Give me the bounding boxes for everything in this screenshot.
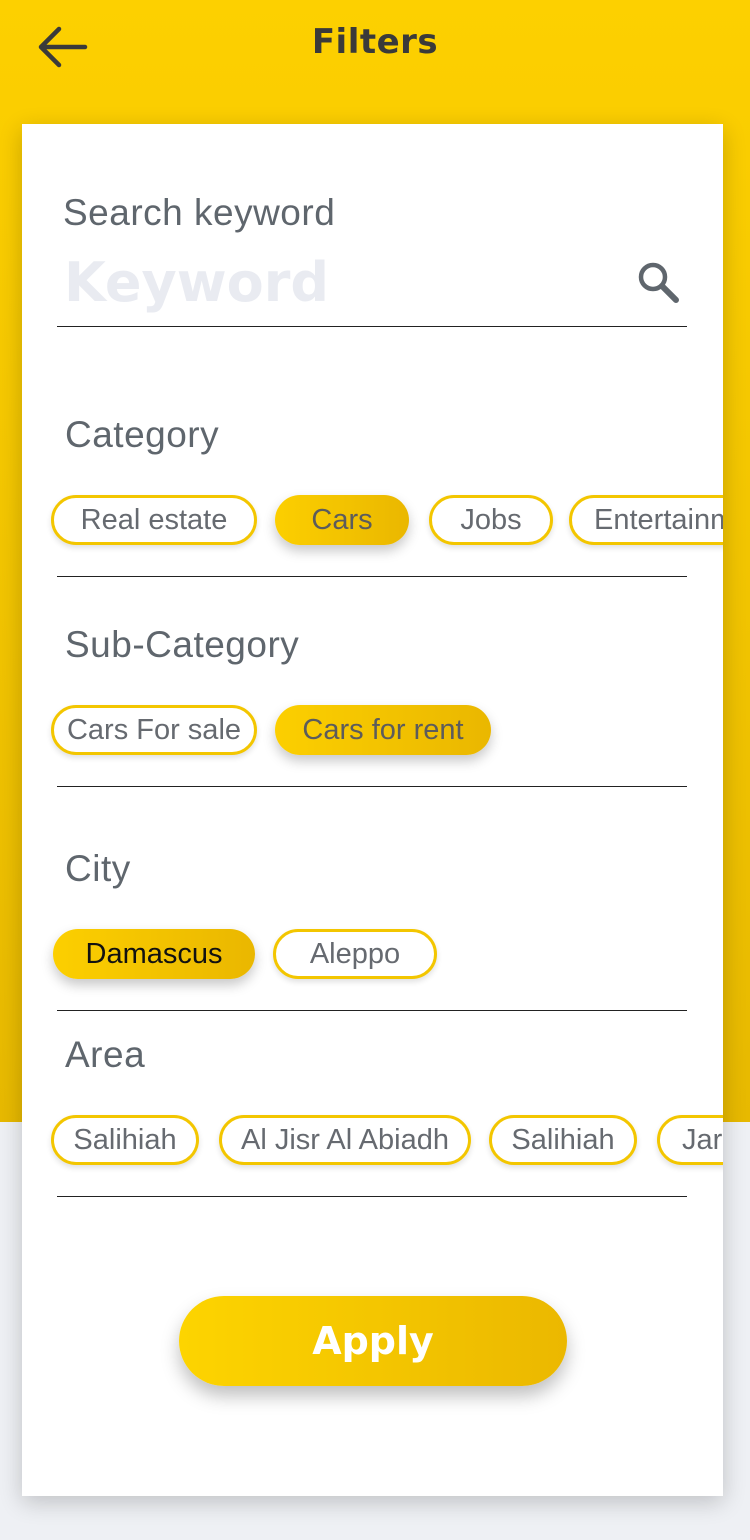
- divider: [57, 576, 687, 577]
- city-chip-damascus[interactable]: Damascus: [53, 929, 255, 979]
- category-chip-row: Real estate Cars Jobs Entertainm: [51, 495, 723, 551]
- category-chip-jobs[interactable]: Jobs: [429, 495, 553, 545]
- area-chip-row: Salihiah Al Jisr Al Abiadh Salihiah Jar: [51, 1115, 723, 1171]
- subcategory-label: Sub-Category: [65, 624, 300, 665]
- city-label: City: [65, 848, 131, 889]
- area-chip-al-jisr-al-abiadh[interactable]: Al Jisr Al Abiadh: [219, 1115, 471, 1165]
- subcategory-chip-row: Cars For sale Cars for rent: [51, 705, 723, 761]
- city-chip-row: Damascus Aleppo: [51, 929, 723, 985]
- category-label: Category: [65, 414, 220, 455]
- keyword-input[interactable]: [62, 246, 626, 318]
- area-chip-salihiah[interactable]: Salihiah: [51, 1115, 199, 1165]
- area-chip-salihiah-2[interactable]: Salihiah: [489, 1115, 637, 1165]
- divider: [57, 786, 687, 787]
- area-label: Area: [65, 1034, 146, 1075]
- filters-card: Search keyword Category Real estate Cars…: [22, 124, 723, 1496]
- page-title: Filters: [311, 22, 439, 62]
- app-header: Filters: [0, 0, 750, 100]
- subcategory-chip-cars-for-rent[interactable]: Cars for rent: [275, 705, 491, 755]
- divider: [57, 326, 687, 327]
- search-icon[interactable]: [634, 258, 682, 306]
- subcategory-chip-cars-for-sale[interactable]: Cars For sale: [51, 705, 257, 755]
- search-keyword-label: Search keyword: [63, 192, 336, 233]
- category-chip-entertainment[interactable]: Entertainm: [569, 495, 723, 545]
- divider: [57, 1010, 687, 1011]
- category-chip-cars[interactable]: Cars: [275, 495, 409, 545]
- category-chip-real-estate[interactable]: Real estate: [51, 495, 257, 545]
- divider: [57, 1196, 687, 1197]
- area-chip-jar[interactable]: Jar: [657, 1115, 723, 1165]
- apply-button[interactable]: Apply: [179, 1296, 567, 1386]
- city-chip-aleppo[interactable]: Aleppo: [273, 929, 437, 979]
